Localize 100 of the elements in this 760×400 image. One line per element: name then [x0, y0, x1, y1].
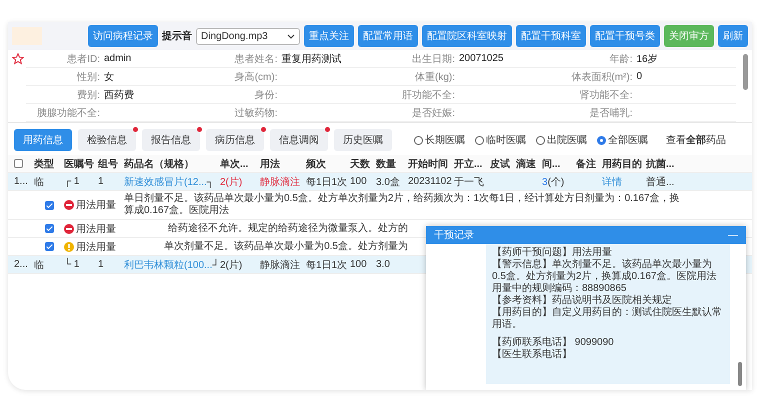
table-cell-text: 2(片) — [220, 176, 244, 188]
radio-option[interactable]: 临时医嘱 — [475, 133, 526, 147]
record-line: 【参考资料】药品说明书及医院相关规定 — [492, 295, 673, 306]
field-label: 过敏药物: — [234, 106, 278, 120]
row-number: 1... — [14, 176, 29, 187]
field-label: 胰腺功能不全: — [36, 106, 100, 120]
issue-type: 用法用量 — [76, 240, 116, 254]
table-cell-text: 普通... — [646, 176, 676, 188]
field-label: 年龄: — [608, 52, 632, 66]
checkbox[interactable] — [44, 200, 54, 210]
tab[interactable]: 用药信息 — [14, 129, 72, 151]
table-cell-text: 静脉滴注 — [260, 176, 301, 188]
view-all-link[interactable]: 查看全部药品 — [666, 133, 726, 147]
field-value: 20071025 — [459, 53, 504, 64]
toolbar-button[interactable]: 关闭审方 — [664, 25, 714, 47]
field-value: 西药费 — [104, 88, 135, 102]
star-icon[interactable] — [12, 53, 24, 65]
field-value: 女 — [104, 70, 115, 84]
field-value: 0 — [636, 71, 644, 82]
header-block — [12, 27, 42, 45]
toolbar-button[interactable]: 重点关注 — [304, 25, 354, 47]
toolbar-button[interactable]: 刷新 — [718, 25, 748, 47]
field-label: 肝功能不全: — [401, 88, 455, 102]
tab[interactable]: 信息调阅 — [270, 129, 328, 151]
field-value: 重复用药测试 — [282, 52, 342, 66]
table-cell-text: 每1日1次 — [306, 258, 348, 272]
select-all-checkbox[interactable] — [14, 159, 23, 168]
column-header: 频次 — [306, 158, 327, 170]
toolbar-button[interactable]: 配置院区科室映射 — [422, 25, 512, 47]
tab[interactable]: 报告信息 — [142, 129, 200, 151]
field-label: 出生日期: — [411, 52, 455, 66]
table-cell-text: 100 — [350, 259, 368, 270]
tab[interactable]: 历史医嘱 — [334, 129, 392, 151]
field-label: 患者姓名: — [234, 52, 278, 66]
record-line: 【警示信息】单次剂量不足。该药品单次最小量为0.5盒。处方剂量为2片，换算成0.167盒。医院用法用量中的规则编码：88890865 — [492, 259, 718, 294]
column-header: 单次... — [220, 158, 250, 170]
minimize-button[interactable]: — — [728, 230, 738, 240]
issue-count: 3(个) — [542, 176, 566, 188]
checkbox[interactable] — [44, 224, 54, 233]
table-cell-text: 20231102 — [408, 176, 453, 187]
scrollbar[interactable] — [738, 362, 742, 386]
field-value: 16岁 — [636, 52, 659, 66]
column-header: 组号 — [98, 158, 119, 170]
column-header: 数量 — [376, 158, 397, 170]
scrollbar[interactable] — [743, 54, 748, 90]
column-header: 间... — [542, 158, 562, 170]
record-line: 【医生联系电话】 — [492, 349, 573, 361]
checkbox[interactable] — [44, 242, 54, 251]
group-bracket: ┘ — [212, 260, 220, 270]
radio-option[interactable]: 长期医嘱 — [414, 133, 465, 147]
toolbar-button[interactable]: 配置干预号类 — [590, 25, 660, 47]
field-label: 体表面积(m²): — [570, 70, 632, 84]
drug-link[interactable]: 利巴韦林颗粒(100... — [124, 260, 212, 270]
toolbar-button[interactable]: 配置干预科室 — [516, 25, 586, 47]
table-cell-text: 2(片) — [220, 258, 244, 272]
drug-link[interactable]: 新速效感冒片(12... — [124, 176, 207, 188]
field-label: 体重(kg): — [414, 70, 455, 84]
field-label: 是否哺乳: — [588, 106, 632, 120]
column-header: 药品名（规格） — [124, 158, 195, 170]
column-header: 天数 — [350, 158, 371, 170]
sound-label: 提示音 — [162, 29, 192, 43]
record-line: 【药师联系电话】 9099090 — [492, 337, 615, 348]
column-header: 医嘱号 — [64, 158, 95, 170]
toolbar-button[interactable]: 配置常用语 — [358, 25, 418, 47]
warning-message: 单次剂量不足。该药品单次最小量为0.5盒。处方剂量为 — [164, 240, 408, 252]
column-header: 用法 — [260, 158, 281, 170]
group-bracket: ┐ — [206, 176, 214, 188]
toolbar-button[interactable]: 访问病程记录 — [88, 25, 158, 47]
record-line: 【用药目的】自定义用药目的：测试住院医生默认常用语。 — [492, 307, 723, 331]
sound-select[interactable]: DingDong.mp3 — [196, 28, 300, 44]
table-cell-text: 1 — [98, 176, 105, 187]
row-number: 2... — [14, 259, 29, 270]
warning-message: 单日剂量不足。该药品单次最小量为0.5盒。处方单次剂量为2片，给药频次为：1次每1日，经计算处方日剂量为：0.167盒，换算成0.167盒。医院用法 — [124, 192, 681, 218]
column-header: 皮试 — [490, 158, 511, 170]
column-header: 开立... — [454, 157, 484, 170]
table-cell-text: └ 1 — [64, 259, 80, 270]
radio-option[interactable]: 出院医嘱 — [536, 133, 587, 147]
warning-message: 给药途径不允许。规定的给药途径为微量泵入。处方的 — [168, 222, 408, 234]
field-label: 肾功能不全: — [578, 88, 632, 102]
issue-type: 用法用量 — [76, 222, 116, 236]
column-header: 备注 — [576, 157, 597, 170]
tab[interactable]: 检验信息 — [78, 129, 136, 151]
table-cell-text: 临 — [34, 258, 45, 272]
field-value: admin — [104, 53, 132, 64]
column-header: 滴速 — [516, 157, 537, 170]
column-header: 开始时间 — [408, 158, 449, 170]
field-label: 费别: — [76, 88, 100, 102]
dialog-title: 干预记录 — [434, 229, 474, 242]
details-link[interactable]: 详情 — [602, 174, 646, 188]
record-line: 【药师干预问题】用法用量 — [492, 247, 613, 258]
table-cell-text: 静脉滴注 — [260, 258, 301, 272]
table-cell-text: 3.0 — [376, 259, 391, 270]
radio-option[interactable]: 全部医嘱 — [597, 133, 648, 147]
table-cell-text: 每1日1次 — [306, 176, 348, 188]
table-cell-text: 3.0盒 — [376, 176, 401, 188]
column-header: 用药目的 — [602, 158, 643, 170]
tab[interactable]: 病历信息 — [206, 129, 264, 151]
field-label: 性别: — [76, 70, 100, 84]
table-cell-text: 100 — [350, 176, 368, 187]
column-header: 类型 — [34, 158, 55, 170]
